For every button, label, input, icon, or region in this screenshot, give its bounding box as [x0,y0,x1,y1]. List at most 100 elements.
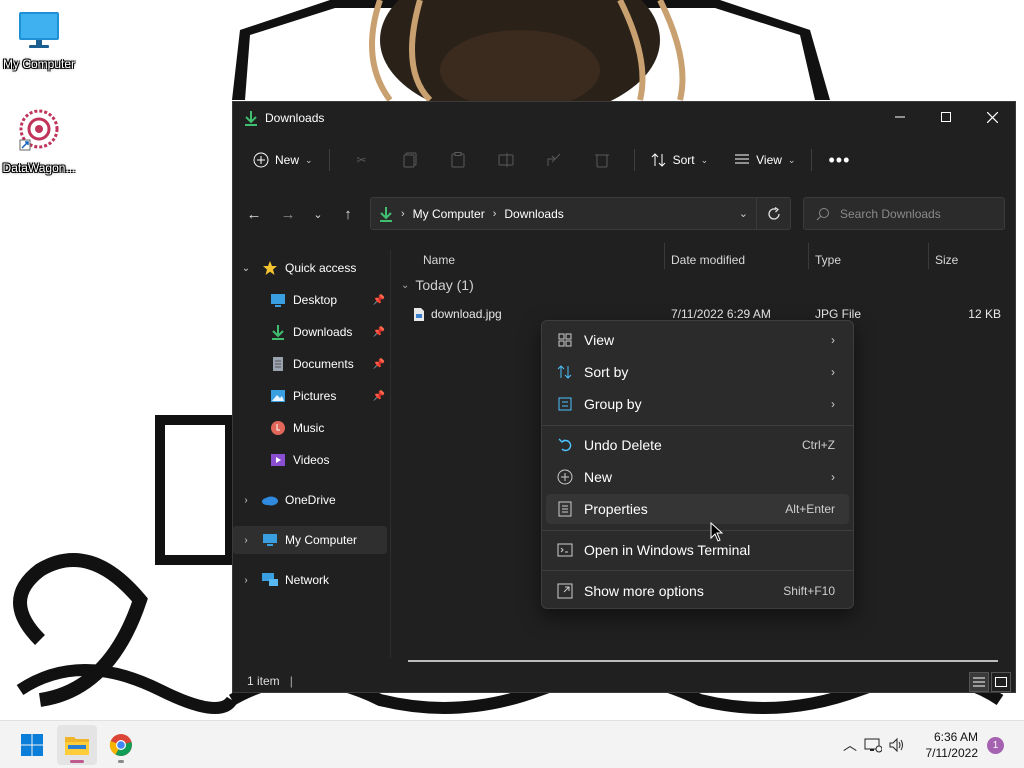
address-bar[interactable]: › My Computer › Downloads ⌄ [370,197,791,230]
menu-item-show-more-options[interactable]: Show more options Shift+F10 [546,576,849,606]
new-plus-icon [546,469,584,485]
system-tray: ︿ [840,721,908,768]
running-app-indicator [118,760,124,763]
rename-button[interactable] [482,144,530,176]
sort-button[interactable]: Sort ⌄ [643,144,717,176]
sidebar-item-videos[interactable]: Videos [233,446,389,474]
details-view-icon [973,677,985,687]
clock[interactable]: 6:36 AM 7/11/2022 [926,729,979,761]
desktop-icon-label: My Computer [2,57,76,71]
chevron-down-icon: ⌄ [401,279,410,291]
star-icon [261,260,279,276]
column-header-label: Name [423,253,456,267]
maximize-button[interactable] [923,102,969,132]
cut-button[interactable]: ✂ [338,144,386,176]
sidebar-item-downloads[interactable]: Downloads 📌 [233,318,389,346]
menu-item-label: Open in Windows Terminal [584,542,751,558]
minimize-button[interactable] [877,102,923,132]
breadcrumb-my-computer[interactable]: My Computer [413,207,485,221]
refresh-button[interactable] [756,198,790,229]
menu-item-new[interactable]: New › [546,462,849,492]
desktop-icon-datawagon[interactable]: DataWagon... [0,104,78,175]
sidebar-item-network[interactable]: › Network [233,566,389,594]
notification-badge[interactable]: 1 [987,737,1004,754]
paste-icon [451,152,465,168]
show-hidden-icons-button[interactable]: ︿ [840,735,860,755]
view-list-icon [734,153,750,167]
address-dropdown-icon[interactable]: ⌄ [739,207,748,220]
menu-item-undo-delete[interactable]: Undo Delete Ctrl+Z [546,430,849,460]
group-header-today[interactable]: ⌄ Today (1) [401,277,474,293]
search-box[interactable]: Search Downloads [803,197,1005,230]
datawagon-logo-icon [19,109,59,151]
document-icon [269,356,287,372]
column-header-date-modified[interactable]: Date modified [671,249,745,271]
tiles-view-button[interactable] [991,672,1011,692]
group-by-icon [546,397,584,411]
menu-item-label: Show more options [584,583,704,599]
column-divider[interactable] [664,243,665,269]
sidebar-item-label: Network [285,573,330,587]
column-header-type[interactable]: Type [815,249,841,271]
recent-locations-button[interactable]: ⌄ [303,196,333,232]
chevron-right-icon: › [244,574,248,586]
sidebar-item-onedrive[interactable]: › OneDrive [233,486,389,514]
sidebar-item-quick-access[interactable]: ⌄ Quick access [233,254,389,282]
share-button[interactable] [530,144,578,176]
sort-icon [546,364,584,380]
minimize-icon [895,116,905,118]
menu-item-sort-by[interactable]: Sort by › [546,357,849,387]
file-name: download.jpg [431,307,502,321]
view-button-label: View [756,153,782,167]
menu-item-group-by[interactable]: Group by › [546,389,849,419]
close-button[interactable] [969,102,1015,132]
see-more-button[interactable]: ••• [820,144,858,176]
sidebar-item-my-computer[interactable]: › My Computer [233,526,387,554]
horizontal-scrollbar[interactable] [408,660,998,662]
delete-button[interactable] [578,144,626,176]
pin-icon: 📌 [372,294,385,306]
status-bar: 1 item | [233,670,1015,692]
monitor-icon [261,532,279,548]
chevron-down-icon: ⌄ [787,154,796,165]
taskbar: ︿ 6:36 AM 7/11/2022 1 [0,720,1024,768]
network-tray-icon[interactable] [860,737,886,753]
arrow-right-icon: → [280,205,296,223]
up-button[interactable]: ↑ [333,196,363,232]
command-bar: New ⌄ ✂ Sort ⌄ View ⌄ ••• [233,142,1015,178]
volume-tray-icon[interactable] [886,737,908,753]
sidebar-item-desktop[interactable]: Desktop 📌 [233,286,389,314]
chevron-right-icon: › [244,534,248,546]
column-header-name[interactable]: Name [423,249,455,271]
sidebar-item-documents[interactable]: Documents 📌 [233,350,389,378]
menu-item-properties[interactable]: Properties Alt+Enter [546,494,849,524]
taskbar-chrome[interactable] [101,725,141,765]
start-button[interactable] [12,725,52,765]
column-divider[interactable] [808,243,809,269]
view-button[interactable]: View ⌄ [726,144,803,176]
pin-icon: 📌 [372,390,385,402]
arrow-up-icon: ↑ [344,205,352,223]
sidebar-item-pictures[interactable]: Pictures 📌 [233,382,389,410]
sidebar-item-music[interactable]: Music [233,414,389,442]
menu-item-open-terminal[interactable]: Open in Windows Terminal [546,535,849,565]
back-button[interactable]: ← [239,196,269,232]
menu-item-view[interactable]: View › [546,325,849,355]
music-icon [269,420,287,436]
taskbar-file-explorer[interactable] [57,725,97,765]
desktop-icon-my-computer[interactable]: My Computer [0,10,78,71]
forward-button[interactable]: → [273,196,303,232]
cloud-icon [261,492,279,508]
column-divider[interactable] [928,243,929,269]
breadcrumb-downloads[interactable]: Downloads [504,207,563,221]
details-view-button[interactable] [969,672,989,692]
paste-button[interactable] [434,144,482,176]
sidebar-item-label: Desktop [293,293,338,307]
new-button[interactable]: New ⌄ [245,144,321,176]
menu-item-label: Properties [584,501,648,517]
column-header-size[interactable]: Size [935,249,958,271]
chevron-right-icon: › [831,470,835,484]
sidebar-item-label: Videos [293,453,330,467]
download-icon [269,324,287,340]
copy-button[interactable] [386,144,434,176]
